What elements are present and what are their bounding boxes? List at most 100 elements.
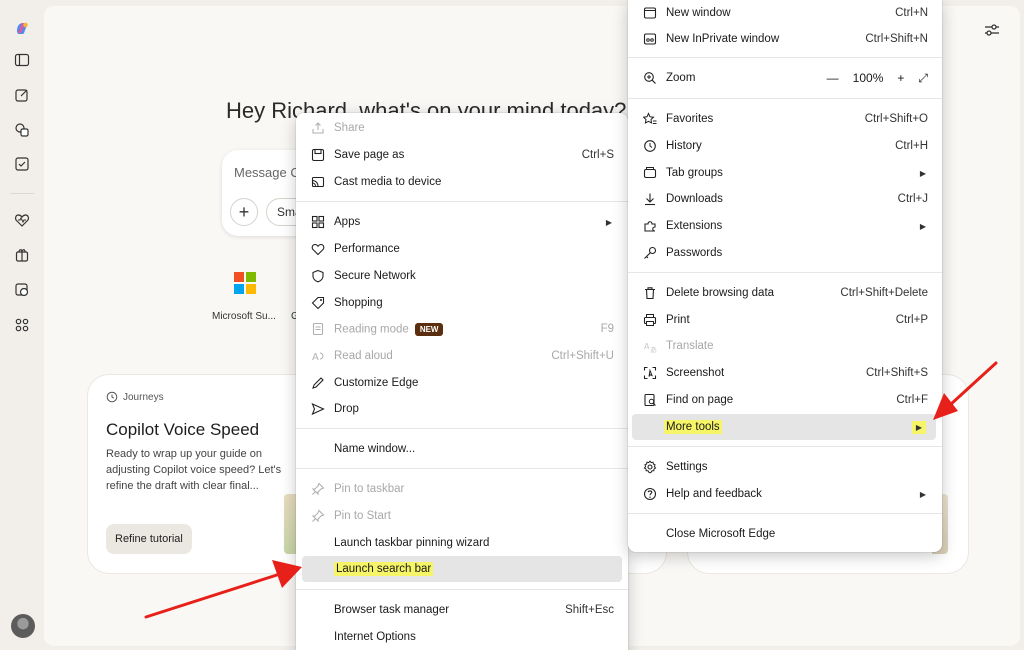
menu-divider [296,201,628,202]
pin-icon [310,508,326,524]
menu-item-save-page[interactable]: Save page as Ctrl+S [302,142,622,168]
menu-item-new-window[interactable]: New window Ctrl+N [634,0,936,26]
drop-icon [310,401,326,417]
menu-item-tab-groups[interactable]: Tab groups ▶ [634,160,936,186]
menu-divider [628,272,942,273]
zoom-out-button[interactable]: — [827,71,839,85]
menu-item-taskbar-wizard[interactable]: Launch taskbar pinning wizard [302,530,622,556]
favorites-icon [642,111,658,127]
find-icon [642,392,658,408]
submenu-arrow-icon: ▶ [911,420,926,434]
menu-item-launch-search-bar[interactable]: Launch search bar [302,556,622,582]
menu-item-close-edge[interactable]: Close Microsoft Edge [634,521,936,547]
left-rail [0,0,44,650]
apps-grid-icon[interactable] [7,310,37,340]
menu-item-zoom: Zoom — 100% + ⤢ [634,65,936,91]
microsoft-logo-icon[interactable] [234,272,256,294]
history-icon [642,138,658,154]
menu-item-pin-start[interactable]: Pin to Start [302,503,622,529]
sliders-icon[interactable] [982,20,1002,40]
menu-divider [628,513,942,514]
avatar[interactable] [11,614,35,638]
tag-icon [310,295,326,311]
performance-icon [310,241,326,257]
read-aloud-icon: A [310,348,326,364]
clock-icon [106,391,118,403]
menu-divider [628,98,942,99]
pin-icon [310,481,326,497]
menu-item-extensions[interactable]: Extensions ▶ [634,213,936,239]
menu-item-downloads[interactable]: Downloads Ctrl+J [634,186,936,212]
menu-item-share[interactable]: Share [302,115,622,141]
menu-item-secure-network[interactable]: Secure Network [302,263,622,289]
journey-description: Ready to wrap up your guide on adjusting… [106,448,282,492]
submenu-arrow-icon: ▶ [919,168,926,178]
menu-item-drop[interactable]: Drop [302,396,622,422]
translate-icon: Aあ [642,338,658,354]
menu-item-find-on-page[interactable]: Find on page Ctrl+F [634,387,936,413]
svg-text:A: A [312,352,319,363]
health-icon[interactable] [7,205,37,235]
menu-divider [628,57,942,58]
menu-item-more-tools[interactable]: More tools ▶ [632,414,936,440]
menu-item-internet-options[interactable]: Internet Options [302,624,622,650]
menu-item-cast[interactable]: Cast media to device [302,169,622,195]
copilot-logo-icon[interactable] [7,13,37,43]
pen-icon [310,375,326,391]
submenu-arrow-icon: ▶ [605,217,612,227]
tab-groups-icon [642,165,658,181]
zoom-icon [642,70,658,86]
screenshot-icon [642,365,658,381]
inprivate-icon [642,31,658,47]
menu-item-customize-edge[interactable]: Customize Edge [302,370,622,396]
extensions-icon [642,218,658,234]
copy-pages-icon[interactable] [7,115,37,145]
help-icon [642,486,658,502]
gift-icon[interactable] [7,240,37,270]
menu-item-translate[interactable]: Aあ Translate [634,333,936,359]
menu-item-screenshot[interactable]: Screenshot Ctrl+Shift+S [634,360,936,386]
share-icon [310,120,326,136]
download-icon [642,191,658,207]
menu-item-read-aloud[interactable]: A Read aloud Ctrl+Shift+U [302,343,622,369]
browser-menu: New window Ctrl+N New InPrivate window C… [628,0,942,552]
sidebar-toggle-icon[interactable] [7,45,37,75]
images-icon[interactable] [7,275,37,305]
menu-divider [296,589,628,590]
menu-item-history[interactable]: History Ctrl+H [634,133,936,159]
journey-title: Copilot Voice Speed [106,420,260,439]
tasks-icon[interactable] [7,149,37,179]
gear-icon [642,459,658,475]
menu-item-performance[interactable]: Performance [302,236,622,262]
trash-icon [642,285,658,301]
add-button[interactable]: + [230,198,258,226]
journey-tag: Journeys [106,391,164,403]
fullscreen-icon[interactable]: ⤢ [918,71,928,86]
menu-item-pin-taskbar[interactable]: Pin to taskbar [302,476,622,502]
cast-icon [310,174,326,190]
save-icon [310,147,326,163]
menu-item-passwords[interactable]: Passwords [634,240,936,266]
menu-item-print[interactable]: Print Ctrl+P [634,307,936,333]
menu-item-new-inprivate[interactable]: New InPrivate window Ctrl+Shift+N [634,26,936,52]
menu-item-settings[interactable]: Settings [634,454,936,480]
menu-item-help-feedback[interactable]: Help and feedback ▶ [634,481,936,507]
menu-item-name-window[interactable]: Name window... [302,436,622,462]
svg-text:あ: あ [650,346,657,353]
menu-divider [296,428,628,429]
menu-item-shopping[interactable]: Shopping [302,290,622,316]
menu-item-reading-mode[interactable]: Reading mode NEW F9 [302,316,622,342]
menu-item-task-manager[interactable]: Browser task manager Shift+Esc [302,597,622,623]
compose-icon[interactable] [7,80,37,110]
journey-tag-label: Journeys [123,391,164,403]
shield-icon [310,268,326,284]
new-badge: NEW [414,322,444,336]
menu-item-delete-browsing-data[interactable]: Delete browsing data Ctrl+Shift+Delete [634,280,936,306]
refine-tutorial-button[interactable]: Refine tutorial [106,524,192,554]
menu-item-apps[interactable]: Apps ▶ [302,209,622,235]
menu-item-favorites[interactable]: Favorites Ctrl+Shift+O [634,106,936,132]
shortcut-label[interactable]: Microsoft Su... [212,311,294,322]
more-tools-submenu: Share Save page as Ctrl+S Cast media to … [296,113,628,650]
apps-icon [310,214,326,230]
zoom-in-button[interactable]: + [897,71,904,85]
